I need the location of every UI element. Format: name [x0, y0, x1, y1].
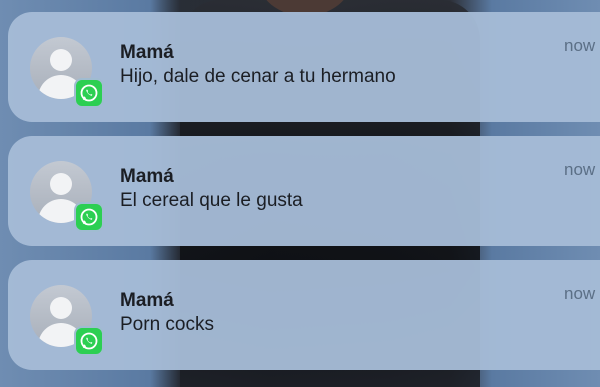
message-text: Porn cocks	[120, 314, 214, 335]
sender-name: Mamá	[120, 42, 174, 63]
notification-list: Mamá Hijo, dale de cenar a tu hermano no…	[0, 0, 600, 387]
notification-card[interactable]: Mamá Porn cocks now	[8, 260, 600, 370]
whatsapp-icon	[74, 326, 104, 356]
sender-name: Mamá	[120, 166, 174, 187]
notification-card[interactable]: Mamá Hijo, dale de cenar a tu hermano no…	[8, 12, 600, 122]
person-head	[50, 49, 72, 71]
sender-name: Mamá	[120, 290, 174, 311]
notification-time: now	[564, 284, 596, 303]
message-text: Hijo, dale de cenar a tu hermano	[120, 66, 396, 87]
person-head	[50, 297, 72, 319]
whatsapp-icon	[74, 202, 104, 232]
message-text: El cereal que le gusta	[120, 190, 303, 211]
whatsapp-icon	[74, 78, 104, 108]
notification-time: now	[564, 36, 596, 55]
person-head	[50, 173, 72, 195]
notification-time: now	[564, 160, 596, 179]
notification-card[interactable]: Mamá El cereal que le gusta now	[8, 136, 600, 246]
